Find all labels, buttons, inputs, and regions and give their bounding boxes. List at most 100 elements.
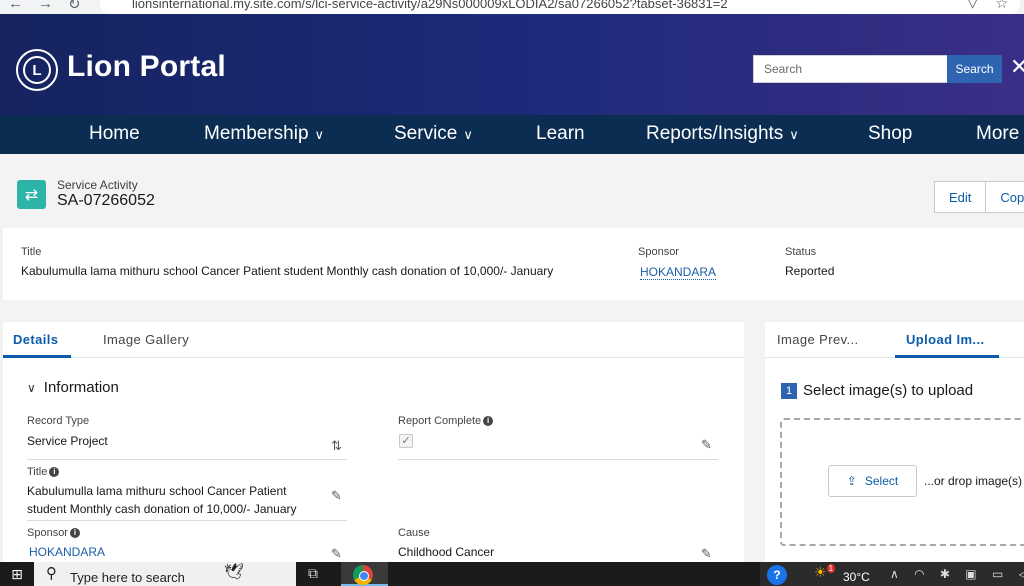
address-bar[interactable]: lionsinternational.my.site.com/s/lci-ser… xyxy=(100,0,1020,14)
nav-label: Membership xyxy=(204,123,309,144)
edit-pencil-icon[interactable]: ✎ xyxy=(701,437,712,453)
upload-icon: ⇪ xyxy=(846,474,857,488)
record-header: ⇄ Service Activity SA-07266052 Edit Copy xyxy=(0,154,1024,226)
help-icon[interactable]: ? xyxy=(767,565,787,585)
edit-button[interactable]: Edit xyxy=(934,181,987,213)
title-label: Title xyxy=(21,246,42,258)
record-type-label: Record Type xyxy=(27,415,90,427)
info-icon[interactable]: i xyxy=(49,467,60,478)
label-text: Sponsor xyxy=(27,527,68,539)
nav-label: Shop xyxy=(868,123,913,144)
tab-image-gallery[interactable]: Image Gallery xyxy=(103,332,189,347)
nav-item-learn[interactable]: Learn xyxy=(536,123,585,145)
details-tabs: Details Image Gallery xyxy=(3,322,744,358)
brand-title[interactable]: Lion Portal xyxy=(67,50,226,84)
taskbar-search[interactable]: ⚲ Type here to search 🕊 xyxy=(34,562,296,586)
back-icon[interactable]: ← xyxy=(8,0,23,12)
tab-image-preview[interactable]: Image Prev... xyxy=(777,332,859,347)
button-label: Select xyxy=(864,474,899,488)
title-field-value-line1: Kabulumulla lama mithuru school Cancer P… xyxy=(27,484,287,498)
taskbar-search-placeholder: Type here to search xyxy=(70,570,185,585)
details-panel: Details Image Gallery ∨ Information Recor… xyxy=(3,322,744,562)
weather-icon[interactable]: ☀ 1 xyxy=(814,564,836,581)
chevron-down-icon: ∨ xyxy=(314,127,325,142)
url-text: lionsinternational.my.site.com/s/lci-ser… xyxy=(132,0,728,11)
action-buttons: Edit Copy xyxy=(934,181,1024,213)
report-complete-label: Report Complete i xyxy=(398,415,494,427)
search-button[interactable]: Search xyxy=(947,55,1002,83)
sponsor-field-label: Sponsor i xyxy=(27,527,80,539)
lions-logo-icon[interactable]: L xyxy=(16,49,58,91)
search-highlight-icon: 🕊 xyxy=(224,564,245,581)
nav-label: Reports/Insights xyxy=(646,123,784,144)
windows-taskbar: ⊞ ⚲ Type here to search 🕊 ⧉ ? ☀ 1 30°C ∧ … xyxy=(0,562,1024,586)
info-icon[interactable]: i xyxy=(69,528,80,539)
change-record-type-icon[interactable]: ⇅ xyxy=(331,438,342,454)
nav-item-service[interactable]: Service ∨ xyxy=(394,123,473,145)
copy-button[interactable]: Copy xyxy=(986,181,1024,213)
tab-details[interactable]: Details xyxy=(13,332,58,347)
report-complete-checkbox: ✓ xyxy=(399,434,413,448)
chevron-down-icon: ∨ xyxy=(789,127,799,142)
section-title: Information xyxy=(43,379,119,396)
title-value: Kabulumulla lama mithuru school Cancer P… xyxy=(21,264,554,278)
cause-value: Childhood Cancer xyxy=(398,545,495,559)
label-text: Report Complete xyxy=(398,415,482,427)
section-information[interactable]: ∨ Information xyxy=(27,379,119,396)
chevron-down-icon: ∨ xyxy=(27,381,36,395)
record-type-value: Service Project xyxy=(27,434,108,448)
forward-icon[interactable]: → xyxy=(38,0,53,12)
edit-pencil-icon[interactable]: ✎ xyxy=(701,546,712,562)
edit-pencil-icon[interactable]: ✎ xyxy=(331,488,342,504)
nav-item-membership[interactable]: Membership ∨ xyxy=(204,123,324,145)
divider xyxy=(27,459,347,460)
search-input[interactable]: Search xyxy=(753,55,948,83)
nav-item-more[interactable]: More xyxy=(976,123,1019,145)
sponsor-field-link[interactable]: HOKANDARA xyxy=(29,543,105,561)
step-title: Select image(s) to upload xyxy=(803,382,974,399)
portal-header: L Lion Portal Search Search ✕ xyxy=(0,14,1024,115)
task-view-icon[interactable]: ⧉ xyxy=(308,565,318,582)
close-icon[interactable]: ✕ xyxy=(1010,54,1024,80)
chevron-down-icon: ∨ xyxy=(463,127,473,142)
tray-icons[interactable]: ∧ ◠ ✱ ▣ ▭ ◁) xyxy=(890,567,1024,581)
bookmark-star-icon[interactable]: ☆ xyxy=(995,0,1008,12)
upload-panel: Image Prev... Upload Im... 1 Select imag… xyxy=(765,322,1024,562)
tab-upload-images[interactable]: Upload Im... xyxy=(906,332,984,347)
windows-start-icon[interactable]: ⊞ xyxy=(0,562,34,586)
record-type: Service Activity xyxy=(57,178,138,192)
title-field-label: Title i xyxy=(27,466,60,478)
record-id: SA-07266052 xyxy=(57,192,155,209)
nav-item-reports[interactable]: Reports/Insights ∨ xyxy=(646,123,799,145)
main-nav: Home Membership ∨ Service ∨ Learn Reports/… xyxy=(0,115,1024,154)
edit-pencil-icon[interactable]: ✎ xyxy=(331,546,342,562)
reload-icon[interactable]: ↻ xyxy=(68,0,81,13)
status-value: Reported xyxy=(785,264,835,278)
select-images-button[interactable]: ⇪ Select xyxy=(828,465,917,497)
search-icon: ⚲ xyxy=(46,565,57,582)
temperature: 30°C xyxy=(843,570,870,584)
nav-label: Home xyxy=(89,123,140,144)
nav-label: Learn xyxy=(536,123,585,144)
active-tab-indicator xyxy=(3,355,71,358)
label-text: Title xyxy=(27,466,48,478)
nav-item-shop[interactable]: Shop xyxy=(868,123,912,145)
title-field-value-line2: student Monthly cash donation of 10,000/… xyxy=(27,502,297,516)
upload-tabs: Image Prev... Upload Im... xyxy=(765,322,1024,358)
divider xyxy=(398,459,718,460)
sponsor-link[interactable]: HOKANDARA xyxy=(640,265,717,280)
divider xyxy=(27,520,347,521)
drop-hint: ...or drop image(s) xyxy=(924,474,1023,488)
status-label: Status xyxy=(785,246,817,258)
nav-label: More xyxy=(976,123,1020,144)
step-number-badge: 1 xyxy=(781,383,797,399)
cause-label: Cause xyxy=(398,527,430,539)
chevron-down-icon[interactable]: ▽ xyxy=(967,0,978,11)
chrome-taskbar-button[interactable] xyxy=(341,562,388,586)
chrome-icon xyxy=(353,565,373,585)
nav-item-home[interactable]: Home xyxy=(89,123,140,145)
info-icon[interactable]: i xyxy=(483,416,494,427)
weather-badge: 1 xyxy=(826,564,836,573)
sponsor-label: Sponsor xyxy=(638,246,679,258)
handshake-icon: ⇄ xyxy=(17,180,46,209)
